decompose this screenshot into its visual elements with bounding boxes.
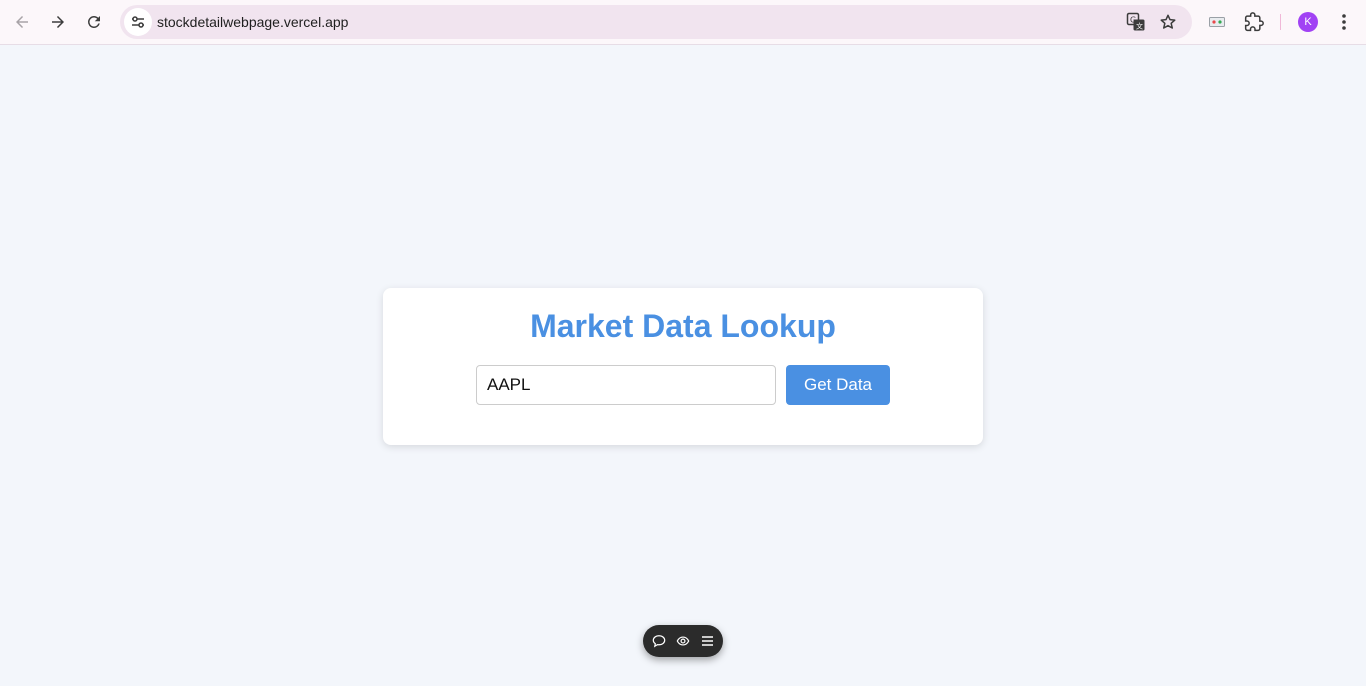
menu-icon bbox=[701, 636, 713, 646]
extension-badge-button[interactable] bbox=[1203, 8, 1231, 36]
reload-button[interactable] bbox=[79, 7, 109, 37]
comment-button[interactable] bbox=[649, 631, 669, 651]
comment-icon bbox=[652, 635, 666, 648]
forward-button[interactable] bbox=[43, 7, 73, 37]
back-button[interactable] bbox=[7, 7, 37, 37]
get-data-button[interactable]: Get Data bbox=[786, 365, 890, 405]
floating-toolbar bbox=[643, 625, 723, 657]
extension-badge-icon bbox=[1209, 17, 1225, 27]
tune-icon bbox=[132, 16, 144, 28]
page-title: Market Data Lookup bbox=[530, 308, 836, 344]
translate-button[interactable]: G 文 bbox=[1124, 10, 1148, 34]
visibility-button[interactable] bbox=[673, 631, 693, 651]
arrow-right-icon bbox=[52, 16, 64, 28]
profile-avatar[interactable]: K bbox=[1298, 12, 1318, 32]
puzzle-icon bbox=[1244, 12, 1264, 32]
address-bar[interactable]: stockdetailwebpage.vercel.app G 文 bbox=[120, 5, 1192, 39]
site-info-button[interactable] bbox=[124, 8, 152, 36]
reload-icon bbox=[87, 15, 100, 28]
star-icon bbox=[1160, 14, 1176, 29]
lookup-card: Market Data Lookup Get Data bbox=[383, 288, 983, 445]
toolbar-divider bbox=[1280, 14, 1281, 30]
browser-menu-button[interactable] bbox=[1330, 8, 1358, 36]
browser-toolbar: stockdetailwebpage.vercel.app G 文 K bbox=[0, 0, 1366, 45]
url-text[interactable]: stockdetailwebpage.vercel.app bbox=[157, 14, 348, 30]
bookmark-button[interactable] bbox=[1156, 10, 1180, 34]
svg-text:文: 文 bbox=[1136, 22, 1143, 31]
translate-icon: G 文 bbox=[1126, 12, 1145, 31]
eye-icon bbox=[676, 636, 690, 646]
arrow-left-icon bbox=[16, 16, 28, 28]
ticker-input[interactable] bbox=[476, 365, 776, 405]
kebab-menu-icon bbox=[1342, 14, 1346, 30]
extensions-button[interactable] bbox=[1240, 8, 1268, 36]
menu-button[interactable] bbox=[697, 631, 717, 651]
